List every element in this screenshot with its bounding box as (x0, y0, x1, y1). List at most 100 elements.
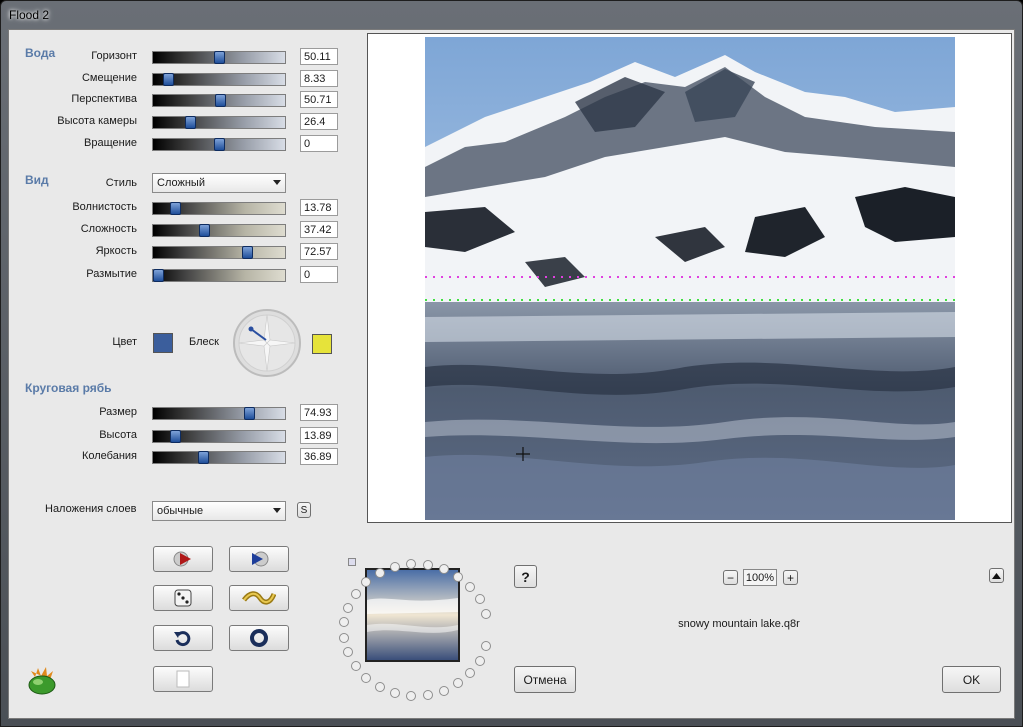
reset-button[interactable] (229, 625, 289, 651)
slider-thumb[interactable] (242, 246, 253, 259)
help-button[interactable]: ? (514, 565, 537, 588)
preset-dot[interactable] (406, 559, 416, 569)
preset-dot[interactable] (465, 668, 475, 678)
water-value-input[interactable]: 26.4 (300, 113, 338, 130)
preset-dot[interactable] (465, 582, 475, 592)
preset-menu-icon[interactable] (348, 558, 356, 566)
preset-dot[interactable] (481, 609, 491, 619)
ok-button[interactable]: OK (942, 666, 1001, 693)
blend-value: обычные (157, 505, 204, 517)
slider-thumb[interactable] (170, 202, 181, 215)
preset-dot[interactable] (439, 564, 449, 574)
preset-dot[interactable] (481, 641, 491, 651)
clipboard-button[interactable] (153, 666, 213, 692)
blend-label: Наложения слоев (45, 503, 137, 515)
preset-dot[interactable] (343, 603, 353, 613)
color-swatch[interactable] (153, 333, 173, 353)
water-slider[interactable] (152, 51, 286, 64)
preset-dot[interactable] (343, 647, 353, 657)
preset-dot[interactable] (453, 678, 463, 688)
view-value-input[interactable]: 0 (300, 266, 338, 283)
preview-panel[interactable] (367, 33, 1012, 523)
title-bar[interactable]: Flood 2 (1, 1, 1022, 29)
zoom-out-button[interactable]: − (723, 570, 738, 585)
slider-thumb[interactable] (199, 224, 210, 237)
preset-dot[interactable] (361, 673, 371, 683)
preset-dot[interactable] (423, 690, 433, 700)
water-row-label: Перспектива (71, 93, 137, 105)
window-title: Flood 2 (9, 8, 50, 22)
water-value-input[interactable]: 50.11 (300, 48, 338, 65)
view-slider[interactable] (152, 224, 286, 237)
water-value-input[interactable]: 0 (300, 135, 338, 152)
preset-dot[interactable] (439, 686, 449, 696)
undo-button[interactable] (153, 625, 213, 651)
water-value-input[interactable]: 50.71 (300, 91, 338, 108)
preset-dot[interactable] (339, 617, 349, 627)
wave-button[interactable] (229, 585, 289, 611)
style-value: Сложный (157, 177, 205, 189)
preset-dot[interactable] (361, 577, 371, 587)
save-preset-button[interactable]: S (297, 502, 311, 518)
ripple-value-input[interactable]: 13.89 (300, 427, 338, 444)
water-slider[interactable] (152, 116, 286, 129)
play-red-button[interactable] (153, 546, 213, 572)
water-slider[interactable] (152, 94, 286, 107)
preset-dot[interactable] (339, 633, 349, 643)
slider-thumb[interactable] (214, 51, 225, 64)
preset-dot[interactable] (406, 691, 416, 701)
ripple-value-input[interactable]: 36.89 (300, 448, 338, 465)
slider-thumb[interactable] (185, 116, 196, 129)
preset-dot[interactable] (351, 661, 361, 671)
preset-dot[interactable] (375, 682, 385, 692)
ripple-row-label: Размер (99, 406, 137, 418)
preset-dot[interactable] (390, 562, 400, 572)
section-ripple: Круговая рябь (25, 381, 112, 395)
collapse-button[interactable] (989, 568, 1004, 583)
slider-thumb[interactable] (244, 407, 255, 420)
ripple-slider[interactable] (152, 451, 286, 464)
zoom-in-button[interactable]: + (783, 570, 798, 585)
preset-dot[interactable] (475, 594, 485, 604)
water-value-input[interactable]: 8.33 (300, 70, 338, 87)
water-slider[interactable] (152, 138, 286, 151)
ripple-slider[interactable] (152, 407, 286, 420)
slider-thumb[interactable] (163, 73, 174, 86)
preset-thumbnail[interactable] (365, 568, 460, 662)
preset-thumbnail-image (367, 570, 458, 660)
slider-thumb[interactable] (214, 138, 225, 151)
cancel-button[interactable]: Отмена (514, 666, 576, 693)
gloss-swatch[interactable] (312, 334, 332, 354)
slider-thumb[interactable] (198, 451, 209, 464)
slider-thumb[interactable] (215, 94, 226, 107)
play-blue-button[interactable] (229, 546, 289, 572)
view-slider[interactable] (152, 246, 286, 259)
preview-image[interactable] (425, 37, 955, 520)
preset-dot[interactable] (475, 656, 485, 666)
flaming-pear-logo (28, 667, 56, 695)
ripple-row-label: Колебания (81, 450, 137, 462)
ripple-value-input[interactable]: 74.93 (300, 404, 338, 421)
preset-dot[interactable] (423, 560, 433, 570)
view-value-input[interactable]: 13.78 (300, 199, 338, 216)
view-row-label: Волнистость (72, 201, 137, 213)
view-slider[interactable] (152, 202, 286, 215)
gloss-label: Блеск (189, 336, 219, 348)
color-label: Цвет (112, 336, 137, 348)
ripple-slider[interactable] (152, 430, 286, 443)
preset-dot[interactable] (390, 688, 400, 698)
view-value-input[interactable]: 72.57 (300, 243, 338, 260)
view-slider[interactable] (152, 269, 286, 282)
randomize-button[interactable] (153, 585, 213, 611)
style-dropdown[interactable]: Сложный (152, 173, 286, 193)
preset-dot[interactable] (453, 572, 463, 582)
slider-thumb[interactable] (153, 269, 164, 282)
preset-dot[interactable] (351, 589, 361, 599)
water-slider[interactable] (152, 73, 286, 86)
light-direction-dial[interactable] (232, 308, 302, 378)
slider-thumb[interactable] (170, 430, 181, 443)
blend-dropdown[interactable]: обычные (152, 501, 286, 521)
preset-filename: snowy mountain lake.q8r (678, 618, 800, 630)
view-value-input[interactable]: 37.42 (300, 221, 338, 238)
preset-dot[interactable] (375, 568, 385, 578)
